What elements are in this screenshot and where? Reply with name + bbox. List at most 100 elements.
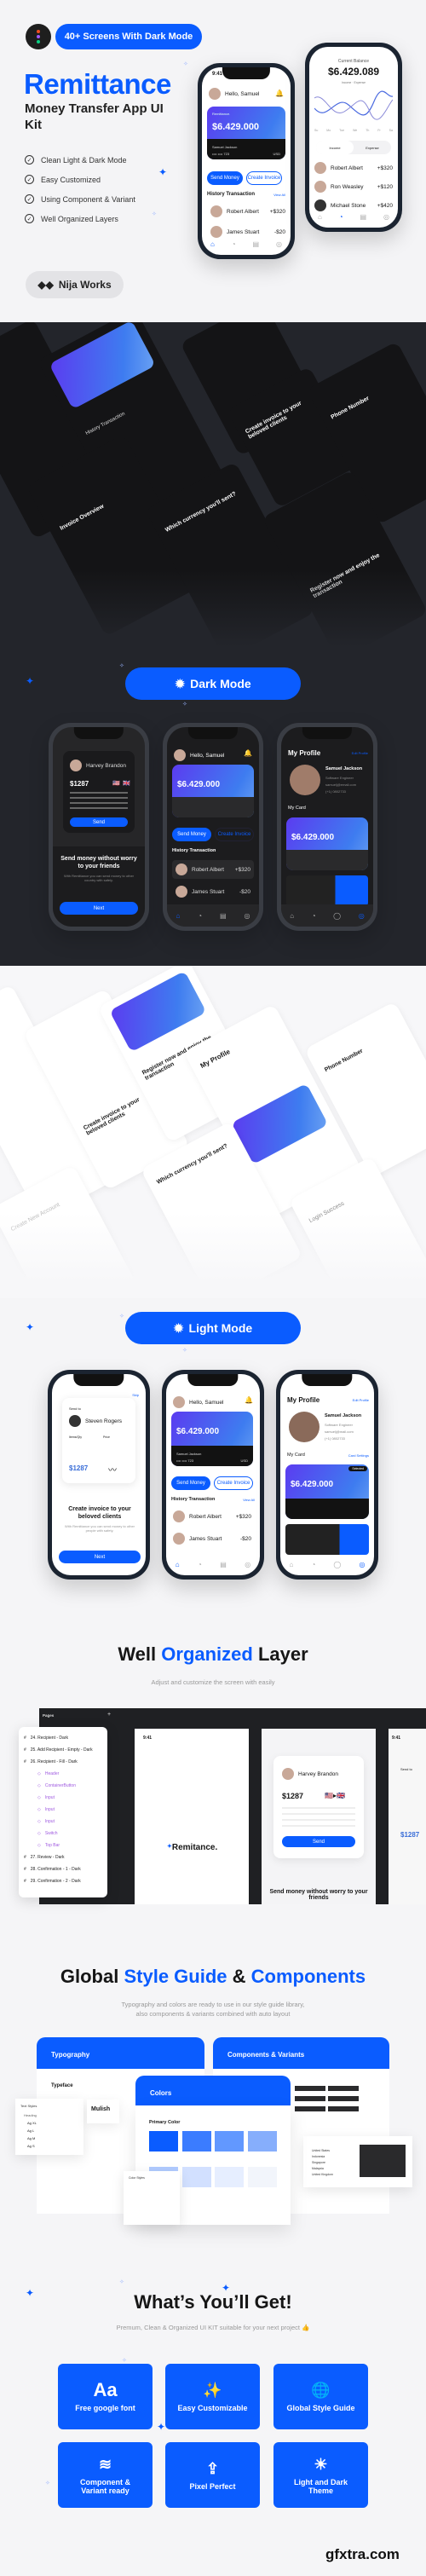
bell-icon[interactable]: 🔔 — [244, 749, 252, 757]
profile-icon[interactable]: ◎ — [359, 1561, 365, 1568]
profile-icon[interactable]: ◎ — [245, 912, 250, 920]
home-icon[interactable]: ⌂ — [318, 213, 322, 221]
layers-icon: ≋ — [98, 2455, 112, 2473]
home-icon[interactable]: ⌂ — [210, 240, 215, 248]
onboarding-frame[interactable]: Harvey Brandon $1287 🇺🇸▸🇬🇧 Send Send mon… — [262, 1729, 376, 1904]
chart-icon[interactable]: ◔ — [198, 912, 202, 920]
document-icon[interactable]: ▤ — [253, 240, 260, 248]
chat-icon[interactable]: ◯ — [333, 1561, 341, 1568]
profile-avatar — [289, 1412, 320, 1442]
color-swatch — [215, 2131, 244, 2151]
transaction-row[interactable]: Robert Albert +$320 — [172, 860, 254, 879]
home-icon[interactable]: ⌂ — [290, 912, 294, 920]
layer-item[interactable]: ◇ Input — [24, 1792, 107, 1804]
typography-header: Typography — [37, 2037, 204, 2070]
layer-item[interactable]: ◇ ContainerButton — [24, 1780, 107, 1792]
edit-profile-link[interactable]: Edit Profile — [353, 1398, 369, 1402]
edit-profile-link[interactable]: Edit Profile — [352, 751, 368, 755]
chart-icon[interactable]: ◔ — [312, 912, 316, 920]
home-icon[interactable]: ⌂ — [176, 1561, 180, 1568]
sparkle-icon: ✦ — [158, 166, 168, 178]
balance-card[interactable]: $6.429.000 Samuel Jackson •••• •••• 723 … — [171, 1412, 253, 1466]
section-subtitle: Premum, Clean & Organized UI KIT suitabl… — [116, 2324, 310, 2331]
view-all-link[interactable]: View All — [243, 1498, 255, 1502]
transaction-row[interactable]: Robert Albert +$320 — [210, 205, 285, 217]
home-icon[interactable]: ⌂ — [290, 1561, 294, 1568]
transaction-row[interactable]: Robert Albert +$320 — [314, 162, 393, 174]
chart-icon[interactable]: ◔ — [198, 1561, 202, 1568]
home-icon[interactable]: ⌂ — [176, 912, 180, 920]
next-button[interactable]: Next — [60, 902, 138, 915]
selected-card[interactable]: $6.429.000 — [286, 817, 368, 870]
figma-logo-icon — [26, 24, 51, 49]
profile-icon[interactable]: ◎ — [359, 912, 365, 920]
layer-item[interactable]: #29. Confirmation - 2 - Dark — [24, 1875, 107, 1887]
layer-item[interactable]: ◇ Input — [24, 1816, 107, 1828]
create-invoice-button[interactable]: Create Invoice — [214, 1476, 253, 1490]
chart-icon[interactable]: ◔ — [311, 1561, 315, 1568]
add-page-icon[interactable]: + — [107, 1712, 111, 1718]
profile-icon[interactable]: ◎ — [276, 240, 282, 248]
balance-card[interactable]: $6.429.000 Remittance. Samuel Jackson ••… — [207, 107, 285, 159]
create-invoice-button[interactable]: Create Invoice — [215, 828, 254, 841]
balance-card[interactable]: $6.429.000 — [172, 765, 254, 817]
view-all-link[interactable]: View All — [273, 193, 285, 197]
light-profile-phone: My Profile Edit Profile Samuel Jackson S… — [276, 1370, 378, 1580]
brand-badge[interactable]: ◆◆ Nija Works — [26, 271, 124, 298]
dark-mode-section: History Transaction Create invoice to yo… — [0, 322, 426, 966]
layer-item[interactable]: #25. Add Recipient - Empty - Dark — [24, 1744, 107, 1756]
tab-expense[interactable]: Expense — [354, 141, 391, 154]
phone-home-mockup: 9:41 Hello, Samuel 🔔 $6.429.000 Remittan… — [198, 63, 295, 259]
transaction-row[interactable]: Robert Albert +$320 — [173, 1510, 251, 1522]
transaction-row[interactable]: Ron Weasley +$120 — [314, 181, 393, 193]
bell-icon[interactable]: 🔔 — [245, 1396, 253, 1404]
layer-item[interactable]: #27. Review - Dark — [24, 1851, 107, 1863]
send-money-button[interactable]: Send Money — [171, 1476, 210, 1490]
bell-icon[interactable]: 🔔 — [275, 90, 284, 97]
onboarding-2-frame[interactable]: 9:41 Send to $1287 — [389, 1729, 426, 1904]
splash-frame[interactable]: 9:41 ✦Remitance. — [135, 1729, 249, 1904]
avatar — [176, 886, 187, 898]
chart-icon[interactable]: ◔ — [232, 240, 236, 248]
send-money-button[interactable]: Send Money — [172, 828, 211, 841]
layers-panel: #24. Recipient - Dark #25. Add Recipient… — [19, 1727, 107, 1897]
chart-icon[interactable]: ◔ — [339, 213, 343, 221]
card-settings-link[interactable]: Card Settings — [348, 1453, 369, 1458]
layer-item[interactable]: ◇ Input — [24, 1804, 107, 1816]
sparkle-icon: ✦ — [157, 2421, 166, 2433]
document-icon[interactable]: ▤ — [220, 1561, 227, 1568]
layer-item[interactable]: ◇ Header — [24, 1768, 107, 1780]
layer-item[interactable]: #26. Recipient - Fill - Dark — [24, 1756, 107, 1768]
color-swatch — [182, 2131, 211, 2151]
tab-income[interactable]: Income — [316, 141, 354, 154]
second-card[interactable] — [285, 1524, 369, 1555]
hero-section: 40+ Screens With Dark Mode Remittance Mo… — [0, 0, 426, 322]
send-button[interactable]: Send — [282, 1836, 355, 1847]
next-button[interactable]: Next — [59, 1551, 141, 1563]
chat-icon[interactable]: ◯ — [333, 912, 341, 920]
selected-card[interactable]: $6.429.000 Selected — [285, 1464, 369, 1519]
send-button[interactable]: Send — [70, 817, 128, 827]
layer-item[interactable]: ◇ Switch — [24, 1828, 107, 1840]
skip-link[interactable]: Skip — [132, 1393, 139, 1397]
signature-icon: 〰 — [108, 1466, 117, 1476]
document-icon[interactable]: ▤ — [360, 213, 367, 221]
document-icon[interactable]: ▤ — [220, 912, 227, 920]
second-card[interactable] — [286, 875, 368, 906]
send-money-button[interactable]: Send Money — [207, 171, 243, 185]
splash-logo: ✦Remitance. — [167, 1843, 218, 1852]
sparkle-icon: ✧ — [122, 2358, 127, 2364]
section-subtitle: Typography and colors are ready to use i… — [121, 2001, 305, 2018]
layer-item[interactable]: ◇ Top Bar — [24, 1840, 107, 1851]
transaction-row[interactable]: James Stuart -$20 — [173, 1533, 251, 1545]
bottom-nav: ⌂ ◔ ▤ ◎ — [309, 205, 398, 228]
layer-item[interactable]: #24. Recipient - Dark — [24, 1732, 107, 1744]
layer-item[interactable]: #28. Confirmation - 1 - Dark — [24, 1863, 107, 1875]
income-expense-toggle[interactable]: Income Expense — [316, 141, 391, 154]
profile-icon[interactable]: ◎ — [383, 213, 389, 221]
profile-icon[interactable]: ◎ — [245, 1561, 250, 1568]
create-invoice-button[interactable]: Create Invoice — [246, 171, 282, 185]
transaction-row[interactable]: James Stuart -$20 — [176, 886, 250, 898]
dark-home-phone: Hello, Samuel 🔔 $6.429.000 Send Money Cr… — [163, 723, 263, 931]
check-icon: ✓ — [25, 175, 34, 184]
